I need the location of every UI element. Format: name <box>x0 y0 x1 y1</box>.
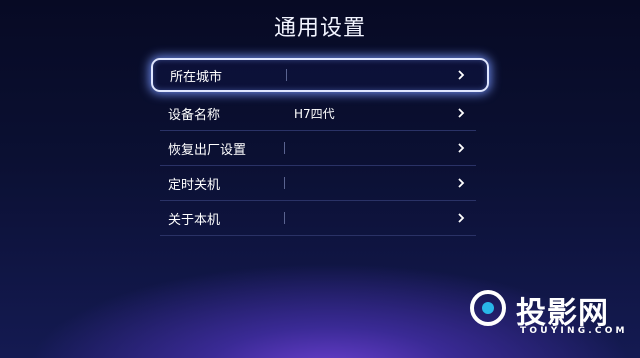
menu-item-label: 关于本机 <box>168 212 221 228</box>
menu-item-factory-reset[interactable]: 恢复出厂设置 <box>160 131 476 166</box>
chevron-right-icon <box>458 96 465 130</box>
touying-logo-icon <box>470 290 506 326</box>
menu-item-sleep-timer[interactable]: 定时关机 <box>160 166 476 201</box>
settings-menu: 所在城市 设备名称 H7四代 恢复出厂设置 定时关机 关于本机 <box>151 58 489 236</box>
menu-item-label: 定时关机 <box>168 177 221 193</box>
menu-item-value: H7四代 <box>294 106 335 121</box>
divider <box>286 69 287 81</box>
divider <box>284 142 285 154</box>
divider <box>284 177 285 189</box>
menu-item-label: 设备名称 <box>168 107 221 123</box>
chevron-right-icon <box>458 131 465 165</box>
menu-item-city[interactable]: 所在城市 <box>151 58 489 92</box>
watermark-logo: 投影网 TOUYING.COM <box>470 288 630 348</box>
chevron-right-icon <box>458 201 465 235</box>
chevron-right-icon <box>458 166 465 200</box>
menu-item-about[interactable]: 关于本机 <box>160 201 476 236</box>
menu-item-label: 所在城市 <box>170 69 223 85</box>
chevron-right-icon <box>458 60 465 90</box>
menu-item-device-name[interactable]: 设备名称 H7四代 <box>160 96 476 131</box>
divider <box>284 212 285 224</box>
page-title: 通用设置 <box>273 16 366 41</box>
menu-item-label: 恢复出厂设置 <box>168 142 247 158</box>
watermark-domain: TOUYING.COM <box>520 326 628 336</box>
